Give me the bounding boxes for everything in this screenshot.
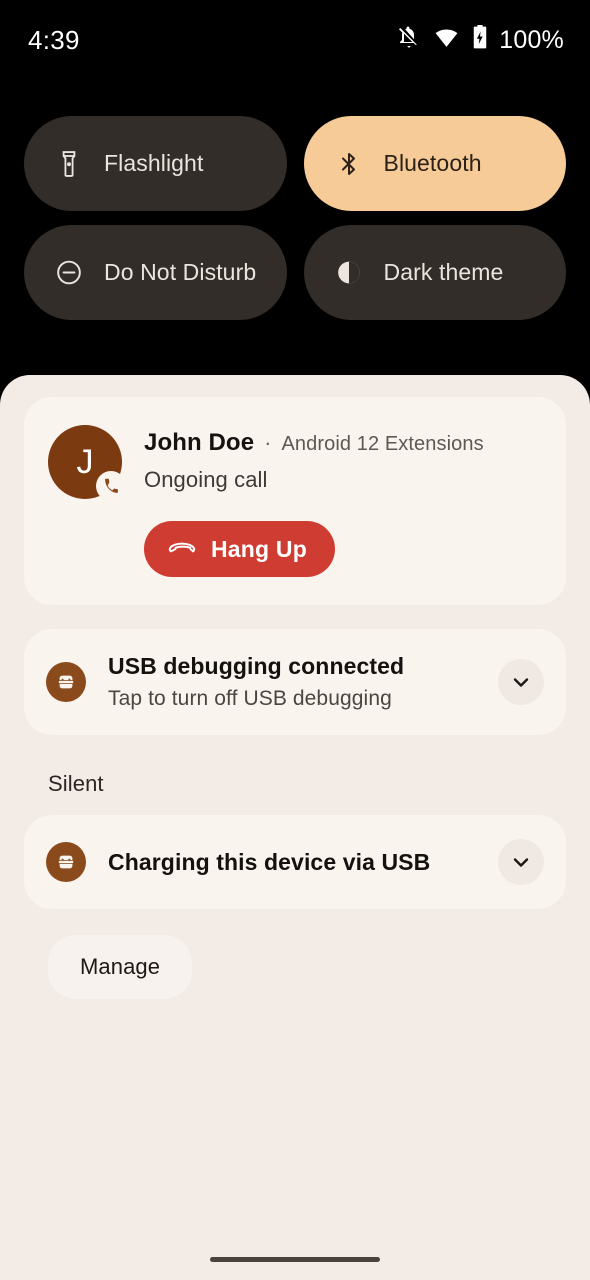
status-bar: 4:39 100% (0, 0, 590, 80)
quick-settings-grid: Flashlight Bluetooth Do Not Disturb Dark… (0, 116, 590, 320)
call-header: J John Doe · Android 12 Extensions Ongoi… (48, 423, 542, 501)
qs-tile-do-not-disturb[interactable]: Do Not Disturb (24, 225, 287, 320)
call-contact-name: John Doe (144, 429, 255, 456)
notification-card-call[interactable]: J John Doe · Android 12 Extensions Ongoi… (24, 397, 566, 605)
manage-button[interactable]: Manage (48, 935, 193, 999)
qs-tile-label: Dark theme (383, 259, 504, 285)
call-end-icon (168, 536, 196, 563)
chevron-down-icon[interactable] (498, 659, 544, 705)
notification-title: Charging this device via USB (108, 848, 431, 875)
phone-screen: 4:39 100% Flashlight Bluetooth Do Not Di… (0, 0, 590, 1280)
qs-tile-dark-theme[interactable]: Dark theme (303, 225, 566, 320)
avatar: J (48, 425, 126, 501)
separator-dot: · (264, 430, 272, 455)
notification-text: USB debugging connected Tap to turn off … (108, 653, 476, 711)
notification-row: USB debugging connected Tap to turn off … (24, 629, 566, 735)
battery-charging-icon (472, 25, 488, 55)
notification-text: Charging this device via USB (108, 849, 476, 876)
hang-up-button[interactable]: Hang Up (144, 521, 335, 577)
call-actions: Hang Up (48, 521, 542, 577)
wifi-icon (434, 25, 459, 55)
notification-subtitle: Tap to turn off USB debugging (108, 687, 392, 710)
notification-card-charging[interactable]: Charging this device via USB (24, 815, 566, 909)
do-not-disturb-icon (56, 260, 82, 286)
notification-row: Charging this device via USB (24, 815, 566, 909)
android-bug-icon (46, 842, 86, 882)
bluetooth-icon (336, 151, 362, 177)
call-status-text: Ongoing call (144, 467, 268, 492)
notifications-off-icon (397, 26, 421, 55)
notification-title: USB debugging connected (108, 653, 405, 679)
dark-theme-icon (336, 260, 362, 286)
status-bar-clock: 4:39 (28, 24, 80, 55)
notification-shade: J John Doe · Android 12 Extensions Ongoi… (0, 375, 590, 1280)
battery-percent-label: 100% (499, 25, 564, 54)
qs-tile-bluetooth[interactable]: Bluetooth (303, 116, 566, 211)
phone-icon (96, 471, 126, 501)
navigation-bar (0, 1238, 590, 1280)
call-title-row: John Doe · Android 12 Extensions (144, 429, 484, 457)
manage-row: Manage (24, 909, 566, 999)
silent-section-label: Silent (48, 771, 104, 796)
call-app-name: Android 12 Extensions (281, 433, 484, 455)
qs-tile-label: Do Not Disturb (104, 259, 257, 285)
status-bar-icons: 100% (397, 25, 564, 55)
android-bug-icon (46, 662, 86, 702)
flashlight-icon (56, 150, 82, 177)
hang-up-label: Hang Up (211, 535, 307, 562)
qs-tile-label: Flashlight (104, 150, 204, 176)
qs-tile-flashlight[interactable]: Flashlight (24, 116, 287, 211)
notification-card-usb-debugging[interactable]: USB debugging connected Tap to turn off … (24, 629, 566, 735)
chevron-down-icon[interactable] (498, 839, 544, 885)
qs-tile-label: Bluetooth (383, 150, 482, 176)
home-gesture-pill[interactable] (210, 1256, 380, 1262)
call-details: John Doe · Android 12 Extensions Ongoing… (144, 423, 484, 493)
